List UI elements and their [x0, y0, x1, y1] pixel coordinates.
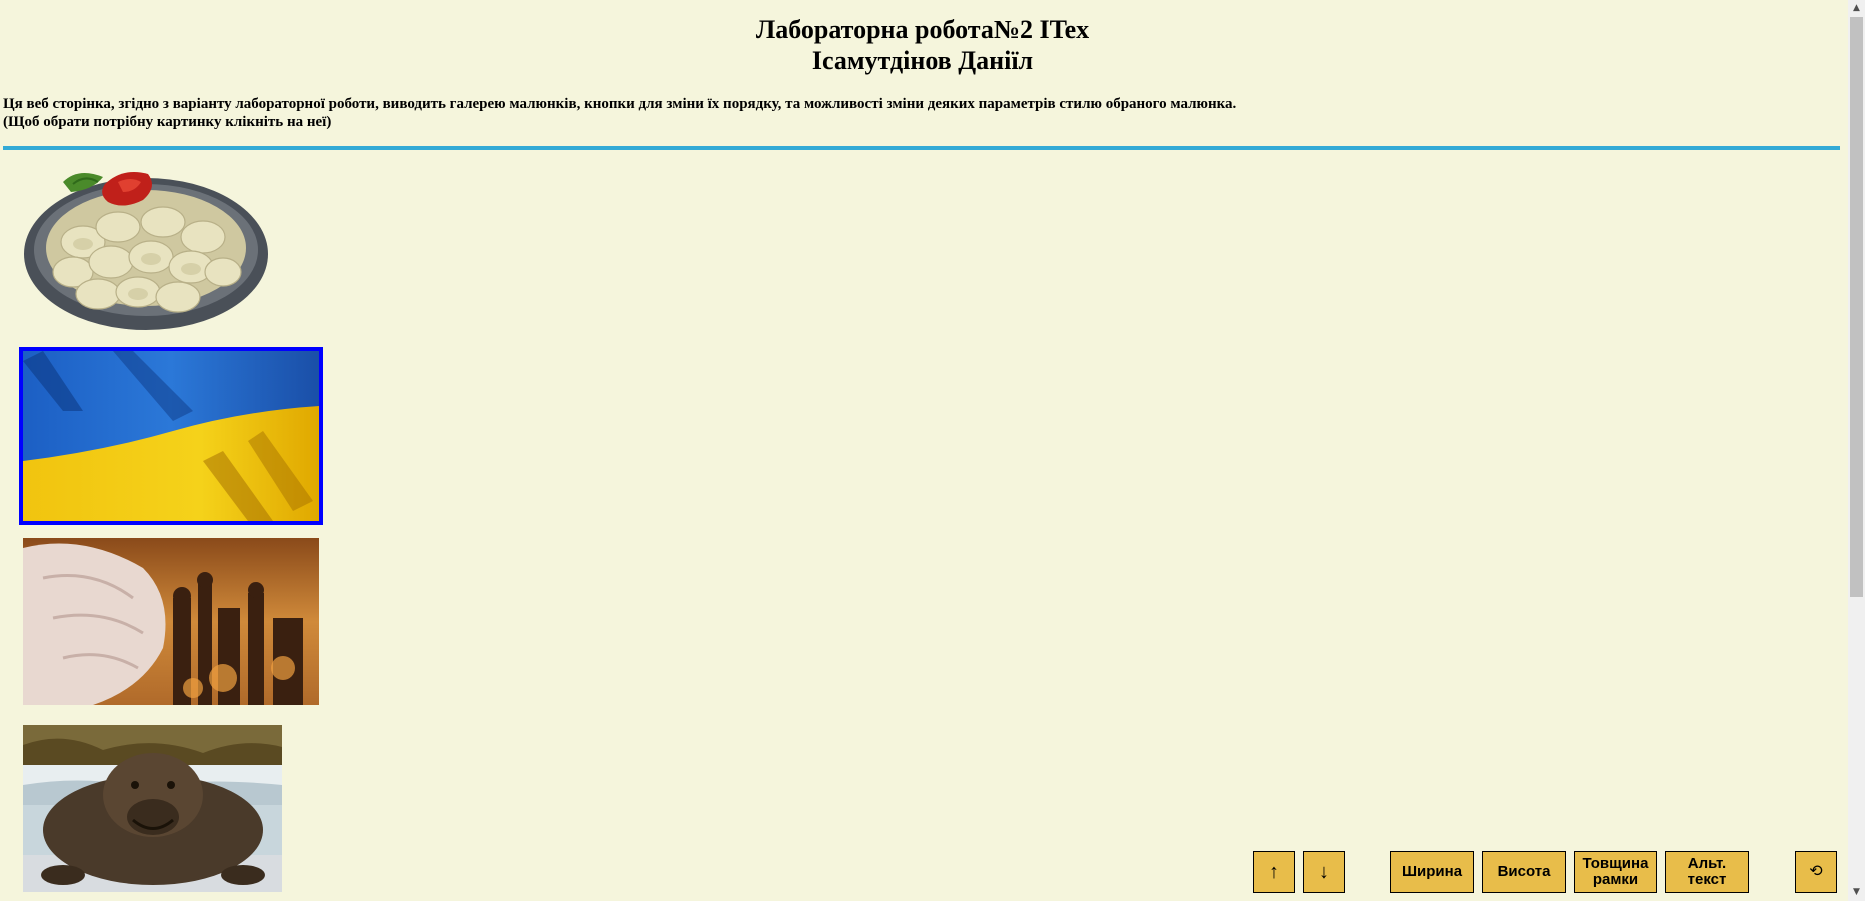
width-button[interactable]: Ширина: [1390, 851, 1474, 893]
border-width-button[interactable]: Товщина рамки: [1574, 851, 1657, 893]
seal-illustration: [23, 725, 282, 892]
move-up-button[interactable]: ↑: [1253, 851, 1295, 893]
arrow-down-icon: ↓: [1319, 861, 1329, 883]
page-description: Ця веб сторінка, згідно з варіанту лабор…: [3, 95, 1236, 131]
move-down-button[interactable]: ↓: [1303, 851, 1345, 893]
gallery-image-fist[interactable]: [23, 538, 319, 705]
reset-button[interactable]: ⟲: [1795, 851, 1837, 893]
gallery-image-dumplings[interactable]: [23, 162, 269, 332]
title-line-1: Лабораторна робота№2 ITex: [755, 15, 1090, 44]
page-title: Лабораторна робота№2 ITex Ісамутдінов Да…: [0, 14, 1845, 76]
height-button[interactable]: Висота: [1482, 851, 1566, 893]
border-width-button-label: Товщина рамки: [1583, 856, 1649, 888]
alt-label-line-1: Альт.: [1687, 855, 1727, 872]
border-label-line-1: Товщина: [1582, 855, 1649, 872]
divider: [3, 146, 1840, 150]
gallery-image-flag[interactable]: [19, 347, 323, 525]
vertical-scrollbar[interactable]: ▲ ▼: [1848, 0, 1865, 901]
border-label-line-2: рамки: [1592, 871, 1639, 888]
alt-label-line-2: текст: [1687, 871, 1727, 888]
width-button-label: Ширина: [1401, 863, 1463, 880]
description-line-2: (Щоб обрати потрібну картинку клікніть н…: [3, 114, 332, 130]
scroll-down-icon[interactable]: ▼: [1848, 884, 1865, 901]
title-line-2: Ісамутдінов Даніїл: [811, 46, 1034, 75]
alt-text-button-label: Альт. текст: [1688, 856, 1727, 888]
fist-illustration: [23, 538, 319, 705]
arrow-up-icon: ↑: [1269, 861, 1279, 883]
scroll-up-icon[interactable]: ▲: [1848, 0, 1865, 17]
scrollbar-thumb[interactable]: [1850, 17, 1863, 597]
gallery-image-seal[interactable]: [23, 725, 282, 892]
reset-icon: ⟲: [1809, 863, 1823, 880]
description-line-1: Ця веб сторінка, згідно з варіанту лабор…: [3, 96, 1237, 112]
page: Лабораторна робота№2 ITex Ісамутдінов Да…: [0, 0, 1865, 901]
height-button-label: Висота: [1497, 863, 1551, 880]
flag-illustration: [23, 351, 319, 521]
alt-text-button[interactable]: Альт. текст: [1665, 851, 1749, 893]
dumplings-illustration: [24, 171, 268, 330]
